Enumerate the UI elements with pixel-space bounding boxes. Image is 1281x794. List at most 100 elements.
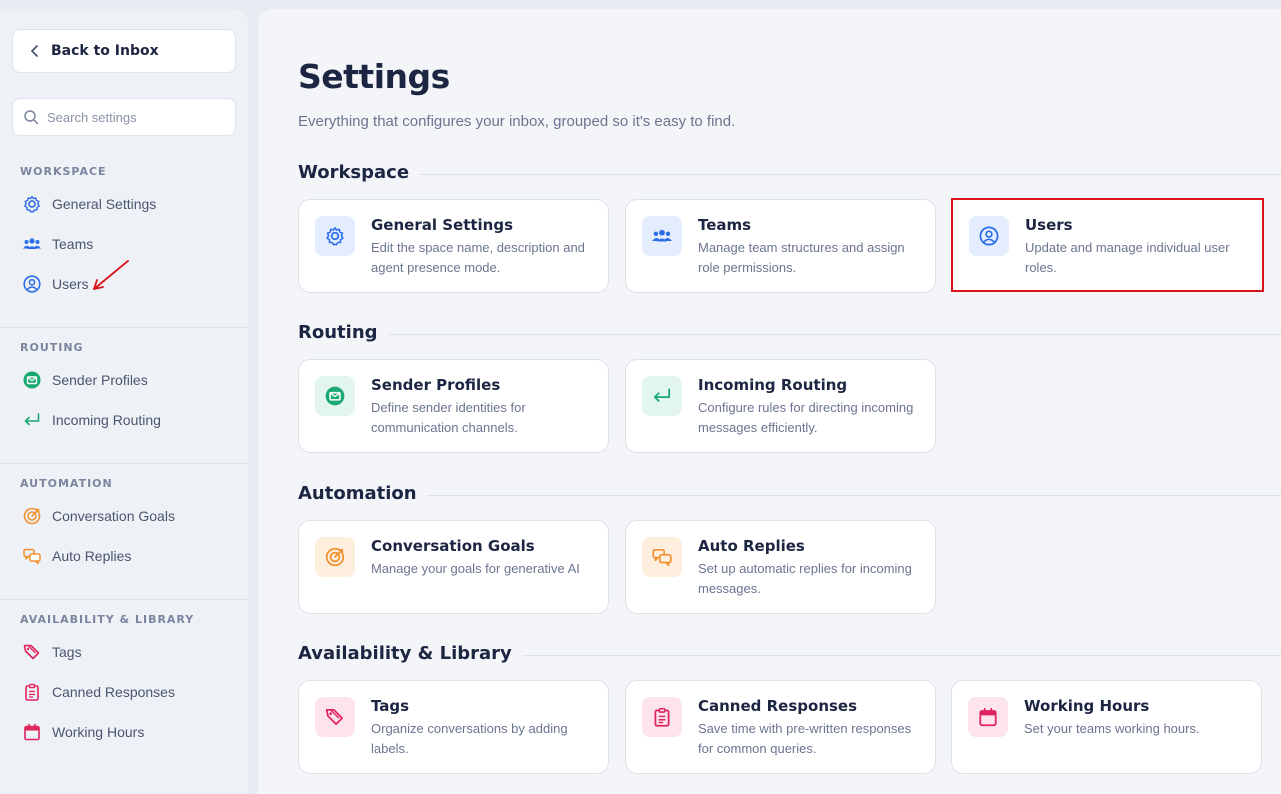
sidebar-item-label: Users — [52, 276, 89, 292]
chat-bubbles-icon — [652, 549, 672, 567]
sidebar-item-label: Teams — [52, 236, 94, 252]
card-title: Working Hours — [1024, 697, 1150, 715]
sidebar-item-conversation-goals[interactable]: Conversation Goals — [22, 504, 175, 528]
return-arrow-icon — [24, 413, 40, 426]
card-icon-wrap — [642, 697, 682, 737]
card-icon-wrap — [969, 216, 1009, 256]
card-description: Save time with pre-written responses for… — [698, 721, 912, 756]
mail-circle-icon — [23, 371, 41, 389]
card-description: Define sender identities for communicati… — [371, 400, 526, 435]
card-sender-profiles[interactable]: Sender Profiles Define sender identities… — [298, 359, 609, 453]
nav-divider — [0, 463, 248, 464]
card-title: Users — [1025, 216, 1073, 234]
user-circle-icon — [979, 226, 999, 246]
gear-icon — [326, 226, 344, 246]
target-icon — [23, 507, 41, 525]
sidebar-item-label: Working Hours — [52, 724, 145, 740]
search-settings-input[interactable] — [47, 109, 217, 125]
search-settings-field[interactable] — [12, 98, 236, 136]
clipboard-icon — [25, 683, 39, 701]
card-title: Incoming Routing — [698, 376, 848, 394]
group-divider — [298, 334, 1281, 335]
sidebar-item-canned-responses[interactable]: Canned Responses — [22, 680, 175, 704]
team-icon — [652, 229, 672, 242]
card-icon-wrap — [642, 537, 682, 577]
back-to-inbox-label: Back to Inbox — [51, 43, 159, 59]
sidebar-item-label: Incoming Routing — [52, 412, 161, 428]
card-title: Canned Responses — [698, 697, 858, 715]
card-title: Tags — [371, 697, 410, 715]
card-icon-wrap — [315, 537, 355, 577]
user-circle-icon — [23, 275, 41, 293]
settings-sidebar: Back to Inbox WORKSPACE General Settings… — [0, 9, 248, 794]
card-description: Set up automatic replies for incoming me… — [698, 561, 912, 596]
card-description: Edit the space name, description and age… — [371, 240, 585, 275]
mail-circle-icon — [325, 386, 345, 406]
nav-heading-availability-library: AVAILABILITY & LIBRARY — [20, 613, 195, 626]
sidebar-item-incoming-routing[interactable]: Incoming Routing — [22, 408, 161, 432]
settings-main: Settings Everything that configures your… — [258, 9, 1281, 794]
card-icon-wrap — [642, 376, 682, 416]
sidebar-item-users[interactable]: Users — [22, 272, 89, 296]
sidebar-item-teams[interactable]: Teams — [22, 232, 93, 256]
sidebar-item-tags[interactable]: Tags — [22, 640, 82, 664]
calendar-icon — [979, 707, 997, 727]
sidebar-item-label: Canned Responses — [52, 684, 175, 700]
sidebar-item-working-hours[interactable]: Working Hours — [22, 720, 144, 744]
nav-heading-routing: ROUTING — [20, 341, 84, 354]
card-users[interactable]: Users Update and manage individual user … — [951, 198, 1264, 292]
card-title: Auto Replies — [698, 537, 805, 555]
card-description: Organize conversations by adding labels. — [371, 721, 568, 756]
clipboard-icon — [654, 707, 670, 727]
card-title: General Settings — [371, 216, 514, 234]
card-icon-wrap — [642, 216, 682, 256]
annotation-arrow-icon — [93, 260, 129, 290]
group-divider — [298, 174, 1281, 175]
team-icon — [23, 238, 41, 249]
tag-icon — [23, 644, 40, 660]
group-title-automation: Automation — [298, 483, 427, 504]
sidebar-item-label: Sender Profiles — [52, 372, 148, 388]
return-arrow-icon — [653, 388, 671, 402]
nav-divider — [0, 327, 248, 328]
card-description: Update and manage individual user roles. — [1025, 240, 1230, 275]
sidebar-item-label: Auto Replies — [52, 548, 132, 564]
card-title: Teams — [698, 216, 752, 234]
card-working-hours[interactable]: Working Hours Set your teams working hou… — [951, 680, 1262, 774]
group-divider — [298, 495, 1281, 496]
card-auto-replies[interactable]: Auto Replies Set up automatic replies fo… — [625, 520, 936, 614]
gear-icon — [24, 195, 40, 213]
sidebar-item-label: Conversation Goals — [52, 508, 175, 524]
card-description: Set your teams working hours. — [1024, 721, 1200, 736]
card-description: Manage team structures and assign role p… — [698, 240, 905, 275]
nav-divider — [0, 599, 248, 600]
sidebar-item-general-settings[interactable]: General Settings — [22, 192, 156, 216]
chat-bubbles-icon — [23, 548, 41, 565]
card-conversation-goals[interactable]: Conversation Goals Manage your goals for… — [298, 520, 609, 614]
card-teams[interactable]: Teams Manage team structures and assign … — [625, 199, 936, 293]
page-title: Settings — [298, 57, 450, 96]
sidebar-item-auto-replies[interactable]: Auto Replies — [22, 544, 131, 568]
tag-icon — [325, 708, 344, 726]
card-icon-wrap — [315, 216, 355, 256]
card-icon-wrap — [968, 697, 1008, 737]
calendar-icon — [24, 723, 40, 741]
group-title-workspace: Workspace — [298, 162, 420, 183]
search-icon — [24, 110, 39, 125]
group-title-availability-library: Availability & Library — [298, 643, 522, 664]
card-title: Conversation Goals — [371, 537, 535, 555]
card-icon-wrap — [315, 697, 355, 737]
page-subtitle: Everything that configures your inbox, g… — [298, 113, 736, 130]
back-to-inbox-button[interactable]: Back to Inbox — [12, 29, 236, 73]
card-icon-wrap — [315, 376, 355, 416]
card-incoming-routing[interactable]: Incoming Routing Configure rules for dir… — [625, 359, 936, 453]
sidebar-item-sender-profiles[interactable]: Sender Profiles — [22, 368, 148, 392]
card-description: Configure rules for directing incoming m… — [698, 400, 914, 435]
card-tags[interactable]: Tags Organize conversations by adding la… — [298, 680, 609, 774]
card-general-settings[interactable]: General Settings Edit the space name, de… — [298, 199, 609, 293]
card-description: Manage your goals for generative AI — [371, 561, 580, 576]
nav-heading-automation: AUTOMATION — [20, 477, 113, 490]
sidebar-item-label: Tags — [52, 644, 82, 660]
card-canned-responses[interactable]: Canned Responses Save time with pre-writ… — [625, 680, 936, 774]
target-icon — [325, 547, 345, 567]
